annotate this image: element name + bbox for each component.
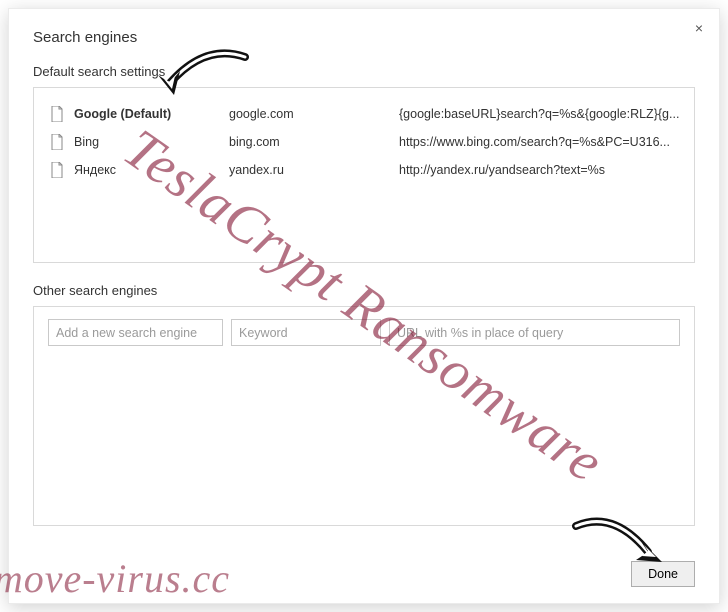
- search-engine-row[interactable]: Bing bing.com https://www.bing.com/searc…: [48, 128, 680, 156]
- engine-url: http://yandex.ru/yandsearch?text=%s: [399, 163, 680, 177]
- engine-name: Bing: [74, 135, 229, 149]
- dialog-footer: Done: [631, 561, 695, 587]
- done-button[interactable]: Done: [631, 561, 695, 587]
- close-icon: ×: [695, 20, 703, 36]
- other-search-engines-panel: [33, 306, 695, 526]
- page-icon: [50, 162, 64, 178]
- engine-keyword: bing.com: [229, 135, 399, 149]
- add-engine-row: [48, 319, 680, 346]
- search-engine-row[interactable]: Google (Default) google.com {google:base…: [48, 100, 680, 128]
- page-icon: [50, 134, 64, 150]
- engine-url: https://www.bing.com/search?q=%s&PC=U316…: [399, 135, 680, 149]
- default-search-settings-label: Default search settings: [33, 64, 695, 79]
- page-icon: [50, 106, 64, 122]
- engine-name: Яндекс: [74, 163, 229, 177]
- add-engine-keyword-input[interactable]: [231, 319, 381, 346]
- search-engine-row[interactable]: Яндекс yandex.ru http://yandex.ru/yandse…: [48, 156, 680, 184]
- engine-keyword: yandex.ru: [229, 163, 399, 177]
- default-search-engines-panel: Google (Default) google.com {google:base…: [33, 87, 695, 263]
- done-button-label: Done: [648, 567, 678, 581]
- engine-name: Google (Default): [74, 107, 229, 121]
- add-engine-url-input[interactable]: [389, 319, 680, 346]
- search-engines-dialog: × Search engines Default search settings…: [8, 8, 720, 604]
- add-engine-name-input[interactable]: [48, 319, 223, 346]
- other-search-engines-label: Other search engines: [33, 283, 695, 298]
- close-button[interactable]: ×: [691, 19, 707, 37]
- engine-url: {google:baseURL}search?q=%s&{google:RLZ}…: [399, 107, 680, 121]
- engine-keyword: google.com: [229, 107, 399, 121]
- dialog-title: Search engines: [33, 29, 695, 46]
